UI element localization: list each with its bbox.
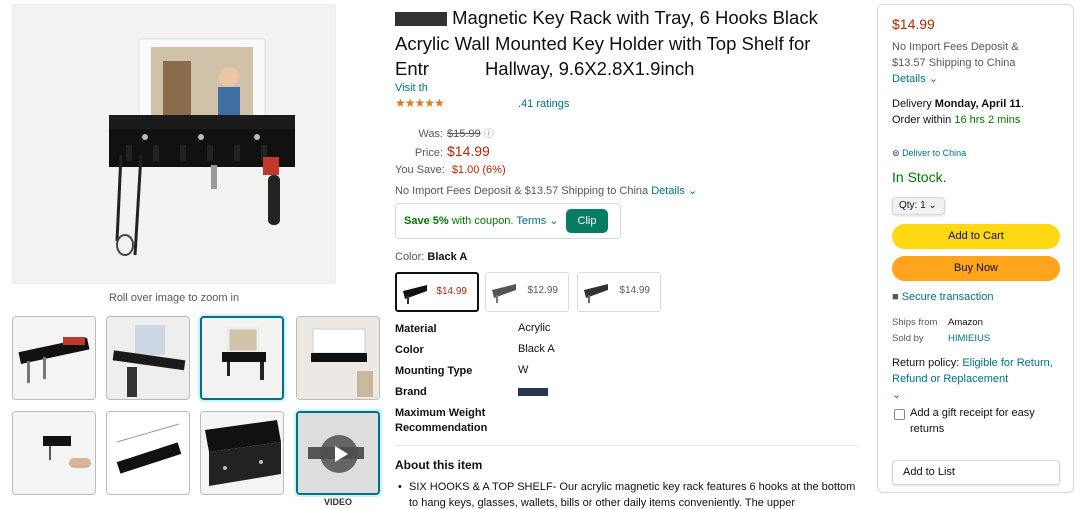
redacted-brand-value [518, 388, 548, 396]
color-swatch-2[interactable]: $12.99 [485, 272, 569, 312]
chevron-down-icon: ⌄ [892, 389, 902, 401]
location-pin-icon: ⊚ [892, 148, 900, 158]
shipping-details-link[interactable]: Details [651, 185, 685, 197]
buybox-price: $14.99 [892, 16, 935, 32]
visit-store-link[interactable]: Visit th [395, 82, 428, 94]
shipping-info: No Import Fees Deposit & $13.57 Shipping… [395, 185, 698, 197]
was-label: Was: [418, 128, 443, 140]
thumbnail-1[interactable] [12, 316, 96, 400]
swatch-price: $14.99 [619, 285, 650, 296]
thumbnail-image [202, 318, 282, 398]
video-label: VIDEO [323, 497, 352, 507]
coupon-text: Save 5% with coupon. Terms ⌄ [404, 215, 559, 227]
save-amount: $1.00 (6%) [451, 164, 506, 176]
spec-row-brand: Brand [395, 385, 548, 400]
price-table: Was: $15.99 ⓘ Price: $14.99 You Save: $1.0… [395, 126, 506, 179]
star-rating[interactable]: ★★★★★ [395, 96, 445, 110]
thumbnail-4[interactable] [296, 316, 380, 400]
swatch-image [403, 285, 427, 304]
deliver-to-link[interactable]: ⊚ Deliver to China [892, 148, 966, 159]
thumbnail-3-selected[interactable] [200, 316, 284, 400]
color-swatch-1[interactable]: $14.99 [395, 272, 479, 312]
about-title: About this item [395, 458, 483, 472]
coupon-box: Save 5% with coupon. Terms ⌄ Clip [395, 203, 621, 239]
play-icon[interactable] [320, 435, 358, 473]
thumbnail-2[interactable] [106, 316, 190, 400]
seller-info: Ships from Amazon Sold by HIMIEIUS [892, 317, 991, 344]
spec-row-color: Color Black A [395, 343, 555, 356]
video-thumbnail[interactable] [296, 411, 380, 495]
thumbnail-7[interactable] [200, 411, 284, 495]
info-icon[interactable]: ⓘ [484, 129, 494, 140]
thumbnail-5[interactable] [12, 411, 96, 495]
spec-row-max-weight: Maximum Weight Recommendation [395, 407, 488, 434]
coupon-terms-link[interactable]: Terms [516, 215, 546, 227]
buy-box: $14.99 No Import Fees Deposit & $13.57 S… [877, 4, 1074, 493]
current-price: $14.99 [447, 143, 490, 159]
thumbnail-image [201, 412, 283, 494]
clip-coupon-button[interactable]: Clip [566, 209, 608, 233]
chevron-down-icon: ⌄ [687, 185, 698, 197]
thumbnail-image [13, 412, 95, 494]
quantity-select[interactable]: Qty: 1 ⌄ [892, 197, 945, 215]
gift-receipt-checkbox[interactable] [894, 409, 905, 420]
import-fees: No Import Fees Deposit & $13.57 Shipping… [892, 41, 1019, 85]
color-label: Color: Black A [395, 251, 468, 263]
thumbnail-image [297, 317, 379, 399]
redacted-brand [395, 12, 447, 27]
buy-now-button[interactable]: Buy Now [892, 256, 1060, 281]
was-price: $15.99 [447, 128, 481, 140]
price-label: Price: [414, 147, 443, 159]
swatch-image [492, 284, 516, 303]
return-policy: Return policy: Eligible for Return, Refu… [892, 355, 1067, 403]
selected-color: Black A [427, 251, 468, 263]
add-to-list-button[interactable]: Add to List [892, 460, 1060, 485]
thumbnail-image [107, 412, 189, 494]
product-title: Magnetic Key Rack with Tray, 6 Hooks Bla… [395, 7, 818, 79]
main-product-image[interactable] [12, 4, 336, 284]
chevron-down-icon: ⌄ [928, 200, 937, 211]
spec-row-material: Material Acrylic [395, 322, 551, 335]
swatch-price: $12.99 [527, 285, 558, 296]
thumbnail-6[interactable] [106, 411, 190, 495]
color-swatch-3[interactable]: $14.99 [577, 272, 661, 312]
swatch-image [584, 284, 608, 303]
section-divider [395, 445, 858, 446]
key-rack-photo [13, 5, 335, 283]
chevron-down-icon: ⌄ [928, 73, 938, 85]
ratings-count-link[interactable]: .41 ratings [518, 98, 569, 110]
zoom-hint: Roll over image to zoom in [108, 292, 240, 304]
lock-icon: ■ [892, 291, 899, 303]
spec-row-mounting-type: Mounting Type W [395, 364, 529, 377]
thumbnail-image [13, 317, 95, 399]
add-to-cart-button[interactable]: Add to Cart [892, 224, 1060, 249]
about-bullet-1: • SIX HOOKS & A TOP SHELF- Our acrylic m… [398, 481, 856, 509]
buybox-details-link[interactable]: Details [892, 73, 926, 85]
seller-link[interactable]: HIMIEIUS [948, 333, 990, 344]
save-label: You Save: [395, 164, 445, 176]
swatch-price: $14.99 [436, 286, 467, 297]
thumbnail-image [107, 317, 189, 399]
delivery-info: Delivery Monday, April 11. Order within … [892, 98, 1025, 126]
stock-status: In Stock. [892, 169, 947, 185]
gift-receipt-label[interactable]: Add a gift receipt for easy returns [910, 405, 1060, 437]
chevron-down-icon: ⌄ [546, 215, 559, 227]
secure-transaction[interactable]: ■ Secure transaction [892, 291, 993, 303]
